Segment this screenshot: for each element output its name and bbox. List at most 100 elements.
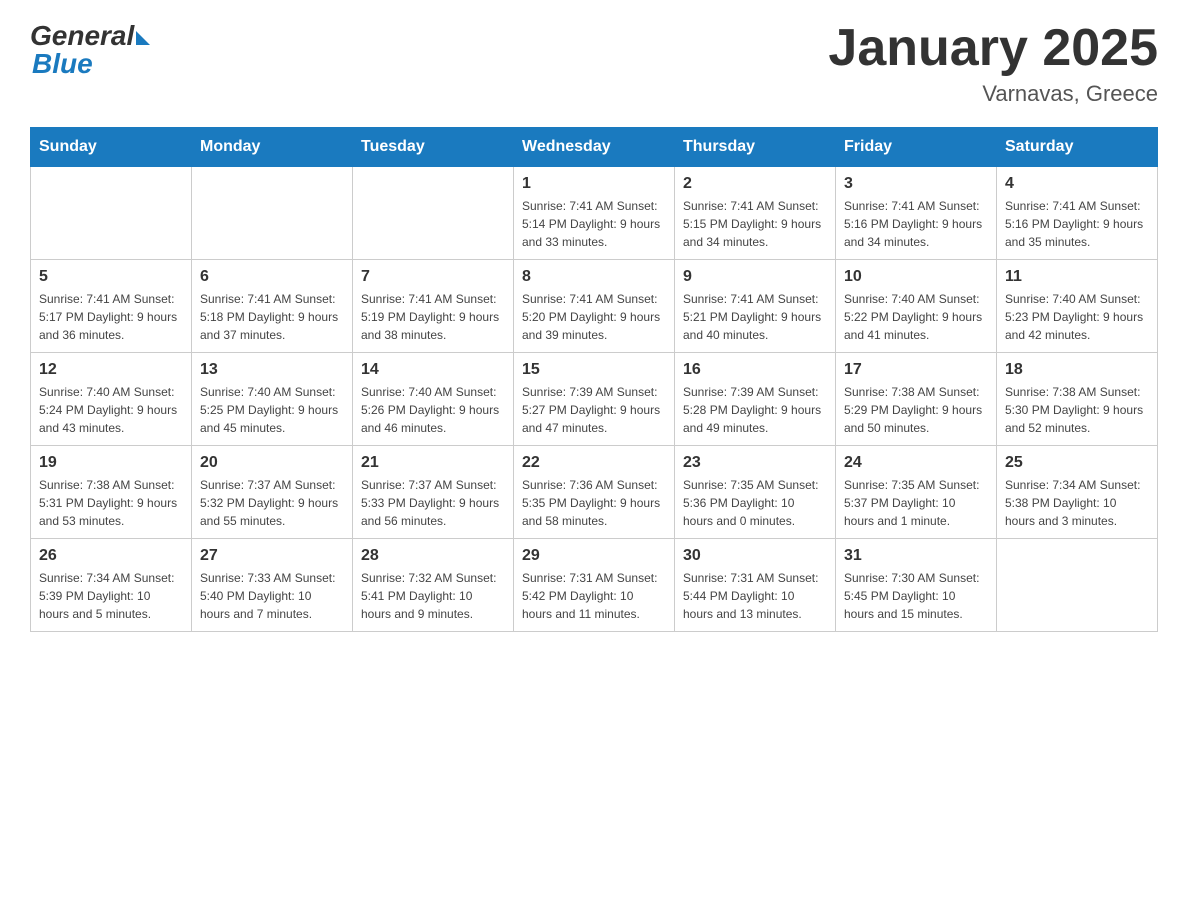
calendar-title: January 2025 — [828, 20, 1158, 77]
weekday-header-monday: Monday — [192, 128, 353, 167]
calendar-cell: 18 Sunrise: 7:38 AM Sunset: 5:30 PM Dayli… — [997, 353, 1158, 446]
calendar-cell: 23 Sunrise: 7:35 AM Sunset: 5:36 PM Dayli… — [675, 446, 836, 539]
day-number: 18 — [1005, 361, 1149, 379]
day-info: Sunrise: 7:41 AM Sunset: 5:19 PM Dayligh… — [361, 290, 505, 344]
calendar-week-row: 26Sunrise: 7:34 AM Sunset: 5:39 PM Dayli… — [31, 539, 1158, 632]
day-info: Sunrise: 7:30 AM Sunset: 5:45 PM Dayligh… — [844, 569, 988, 623]
day-info: Sunrise: 7:41 AM Sunset: 5:20 PM Dayligh… — [522, 290, 666, 344]
day-info: Sunrise: 7:41 AM Sunset: 5:18 PM Dayligh… — [200, 290, 344, 344]
calendar-week-row: 5 Sunrise: 7:41 AM Sunset: 5:17 PM Daylig… — [31, 260, 1158, 353]
day-number: 25 — [1005, 454, 1149, 472]
day-number: 2 — [683, 175, 827, 193]
day-number: 6 — [200, 268, 344, 286]
day-info: Sunrise: 7:31 AM Sunset: 5:44 PM Dayligh… — [683, 569, 827, 623]
calendar-week-row: 12 Sunrise: 7:40 AM Sunset: 5:24 PM Dayli… — [31, 353, 1158, 446]
title-block: January 2025 Varnavas, Greece — [828, 20, 1158, 107]
day-info: Sunrise: 7:41 AM Sunset: 5:14 PM Dayligh… — [522, 197, 666, 251]
calendar-cell: 24Sunrise: 7:35 AM Sunset: 5:37 PM Dayli… — [836, 446, 997, 539]
calendar-cell: 12 Sunrise: 7:40 AM Sunset: 5:24 PM Dayli… — [31, 353, 192, 446]
day-info: Sunrise: 7:36 AM Sunset: 5:35 PM Dayligh… — [522, 476, 666, 530]
calendar-cell — [31, 167, 192, 260]
weekday-header-wednesday: Wednesday — [514, 128, 675, 167]
day-number: 31 — [844, 547, 988, 565]
day-number: 27 — [200, 547, 344, 565]
day-info: Sunrise: 7:32 AM Sunset: 5:41 PM Dayligh… — [361, 569, 505, 623]
day-info: Sunrise: 7:41 AM Sunset: 5:16 PM Dayligh… — [844, 197, 988, 251]
day-info: Sunrise: 7:39 AM Sunset: 5:28 PM Dayligh… — [683, 383, 827, 437]
calendar-cell: 28Sunrise: 7:32 AM Sunset: 5:41 PM Dayli… — [353, 539, 514, 632]
calendar-cell: 5 Sunrise: 7:41 AM Sunset: 5:17 PM Daylig… — [31, 260, 192, 353]
calendar-cell: 21 Sunrise: 7:37 AM Sunset: 5:33 PM Dayli… — [353, 446, 514, 539]
day-info: Sunrise: 7:38 AM Sunset: 5:30 PM Dayligh… — [1005, 383, 1149, 437]
day-number: 15 — [522, 361, 666, 379]
weekday-header-thursday: Thursday — [675, 128, 836, 167]
day-info: Sunrise: 7:37 AM Sunset: 5:33 PM Dayligh… — [361, 476, 505, 530]
calendar-cell: 4 Sunrise: 7:41 AM Sunset: 5:16 PM Daylig… — [997, 167, 1158, 260]
logo-arrow-icon — [136, 31, 150, 45]
calendar-week-row: 19 Sunrise: 7:38 AM Sunset: 5:31 PM Dayli… — [31, 446, 1158, 539]
day-info: Sunrise: 7:35 AM Sunset: 5:37 PM Dayligh… — [844, 476, 988, 530]
weekday-header-sunday: Sunday — [31, 128, 192, 167]
calendar-cell: 2 Sunrise: 7:41 AM Sunset: 5:15 PM Daylig… — [675, 167, 836, 260]
day-info: Sunrise: 7:41 AM Sunset: 5:15 PM Dayligh… — [683, 197, 827, 251]
day-number: 30 — [683, 547, 827, 565]
day-number: 7 — [361, 268, 505, 286]
calendar-table: SundayMondayTuesdayWednesdayThursdayFrid… — [30, 127, 1158, 632]
calendar-week-row: 1 Sunrise: 7:41 AM Sunset: 5:14 PM Daylig… — [31, 167, 1158, 260]
day-number: 8 — [522, 268, 666, 286]
calendar-subtitle: Varnavas, Greece — [828, 81, 1158, 107]
day-number: 12 — [39, 361, 183, 379]
day-info: Sunrise: 7:34 AM Sunset: 5:38 PM Dayligh… — [1005, 476, 1149, 530]
day-number: 17 — [844, 361, 988, 379]
calendar-cell: 25 Sunrise: 7:34 AM Sunset: 5:38 PM Dayli… — [997, 446, 1158, 539]
day-number: 21 — [361, 454, 505, 472]
weekday-header-tuesday: Tuesday — [353, 128, 514, 167]
calendar-cell: 1 Sunrise: 7:41 AM Sunset: 5:14 PM Daylig… — [514, 167, 675, 260]
calendar-cell: 29Sunrise: 7:31 AM Sunset: 5:42 PM Dayli… — [514, 539, 675, 632]
weekday-header-saturday: Saturday — [997, 128, 1158, 167]
calendar-cell: 26Sunrise: 7:34 AM Sunset: 5:39 PM Dayli… — [31, 539, 192, 632]
calendar-cell: 10Sunrise: 7:40 AM Sunset: 5:22 PM Dayli… — [836, 260, 997, 353]
day-number: 22 — [522, 454, 666, 472]
calendar-cell: 15Sunrise: 7:39 AM Sunset: 5:27 PM Dayli… — [514, 353, 675, 446]
calendar-cell: 16Sunrise: 7:39 AM Sunset: 5:28 PM Dayli… — [675, 353, 836, 446]
day-number: 13 — [200, 361, 344, 379]
day-info: Sunrise: 7:40 AM Sunset: 5:23 PM Dayligh… — [1005, 290, 1149, 344]
day-number: 23 — [683, 454, 827, 472]
day-number: 14 — [361, 361, 505, 379]
calendar-cell — [353, 167, 514, 260]
day-info: Sunrise: 7:40 AM Sunset: 5:25 PM Dayligh… — [200, 383, 344, 437]
day-info: Sunrise: 7:41 AM Sunset: 5:16 PM Dayligh… — [1005, 197, 1149, 251]
day-number: 19 — [39, 454, 183, 472]
calendar-cell — [192, 167, 353, 260]
calendar-cell — [997, 539, 1158, 632]
day-number: 5 — [39, 268, 183, 286]
day-number: 3 — [844, 175, 988, 193]
day-number: 11 — [1005, 268, 1149, 286]
day-number: 20 — [200, 454, 344, 472]
day-info: Sunrise: 7:40 AM Sunset: 5:26 PM Dayligh… — [361, 383, 505, 437]
calendar-cell: 3 Sunrise: 7:41 AM Sunset: 5:16 PM Daylig… — [836, 167, 997, 260]
calendar-cell: 19 Sunrise: 7:38 AM Sunset: 5:31 PM Dayli… — [31, 446, 192, 539]
page-header: General Blue January 2025 Varnavas, Gree… — [30, 20, 1158, 107]
calendar-body: 1 Sunrise: 7:41 AM Sunset: 5:14 PM Daylig… — [31, 167, 1158, 632]
day-info: Sunrise: 7:41 AM Sunset: 5:17 PM Dayligh… — [39, 290, 183, 344]
day-number: 10 — [844, 268, 988, 286]
day-number: 1 — [522, 175, 666, 193]
logo: General Blue — [30, 20, 150, 80]
day-number: 29 — [522, 547, 666, 565]
weekday-header-friday: Friday — [836, 128, 997, 167]
calendar-cell: 14 Sunrise: 7:40 AM Sunset: 5:26 PM Dayli… — [353, 353, 514, 446]
day-info: Sunrise: 7:41 AM Sunset: 5:21 PM Dayligh… — [683, 290, 827, 344]
calendar-cell: 22 Sunrise: 7:36 AM Sunset: 5:35 PM Dayli… — [514, 446, 675, 539]
calendar-cell: 17Sunrise: 7:38 AM Sunset: 5:29 PM Dayli… — [836, 353, 997, 446]
day-info: Sunrise: 7:35 AM Sunset: 5:36 PM Dayligh… — [683, 476, 827, 530]
day-info: Sunrise: 7:33 AM Sunset: 5:40 PM Dayligh… — [200, 569, 344, 623]
day-number: 9 — [683, 268, 827, 286]
calendar-cell: 7 Sunrise: 7:41 AM Sunset: 5:19 PM Daylig… — [353, 260, 514, 353]
day-info: Sunrise: 7:34 AM Sunset: 5:39 PM Dayligh… — [39, 569, 183, 623]
day-info: Sunrise: 7:40 AM Sunset: 5:24 PM Dayligh… — [39, 383, 183, 437]
day-info: Sunrise: 7:38 AM Sunset: 5:31 PM Dayligh… — [39, 476, 183, 530]
calendar-cell: 11 Sunrise: 7:40 AM Sunset: 5:23 PM Dayli… — [997, 260, 1158, 353]
day-number: 4 — [1005, 175, 1149, 193]
